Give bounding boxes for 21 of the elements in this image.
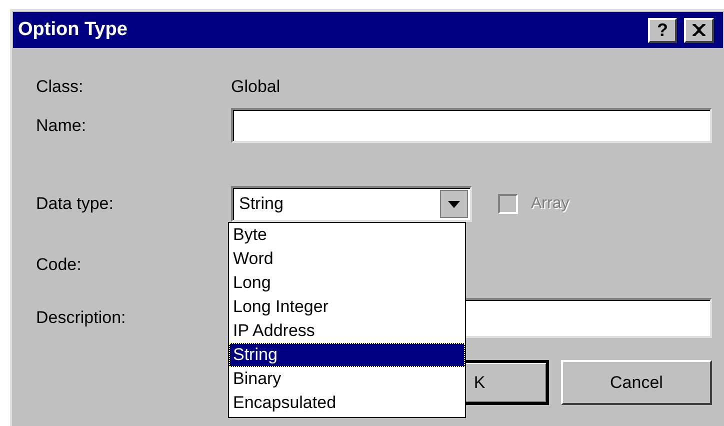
field-label: Name: [36, 114, 88, 137]
close-button[interactable] [684, 18, 714, 42]
dropdown-option[interactable]: Byte [229, 223, 465, 247]
data-type-dropdown[interactable]: String [231, 186, 472, 222]
field-label: Description: [36, 307, 127, 330]
dropdown-option[interactable]: Long [229, 271, 465, 295]
help-button[interactable]: ? [648, 18, 677, 42]
dropdown-option[interactable]: Word [229, 247, 465, 271]
class-value: Global [231, 76, 280, 98]
array-label: Array [531, 194, 570, 214]
window-title: Option Type [18, 18, 128, 42]
close-icon [692, 24, 706, 36]
field-label: Class: [36, 76, 84, 98]
dropdown-option[interactable]: String [229, 343, 465, 367]
input-field[interactable] [231, 108, 712, 143]
dropdown-option[interactable]: IP Address [229, 319, 465, 343]
caret-icon [448, 200, 460, 208]
field-label: Data type: [36, 193, 114, 216]
field-label: Code: [36, 254, 82, 276]
dropdown-option[interactable]: Long Integer [229, 295, 465, 319]
cancel-button[interactable]: Cancel [561, 360, 712, 405]
